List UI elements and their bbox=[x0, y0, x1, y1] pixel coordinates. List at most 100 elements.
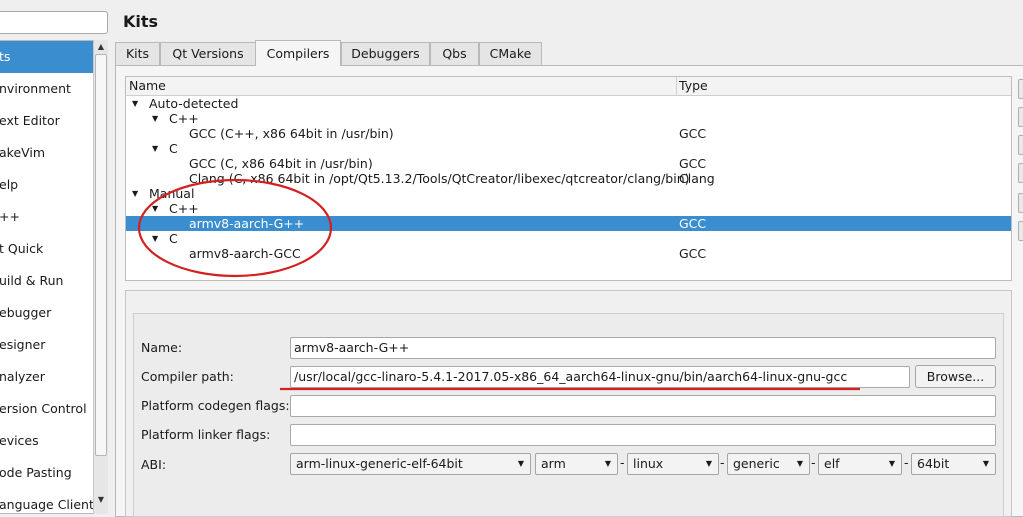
sidebar-item-label: ++ bbox=[0, 209, 20, 224]
chevron-down-icon: ▼ bbox=[982, 459, 989, 468]
expand-arrow-icon[interactable]: ▼ bbox=[132, 96, 138, 111]
sidebar-item-devices[interactable]: evices bbox=[0, 425, 94, 457]
tree-row-name: Clang (C, x86 64bit in /opt/Qt5.13.2/Too… bbox=[189, 171, 690, 186]
sidebar-item-version-control[interactable]: ersion Control bbox=[0, 393, 94, 425]
tree-header: Name Type bbox=[126, 77, 1011, 96]
tree-row-name: C++ bbox=[169, 111, 199, 126]
auto-detection-settings-button[interactable] bbox=[1018, 221, 1023, 241]
codegen-flags-field[interactable] bbox=[290, 395, 996, 417]
chevron-down-icon: ▼ bbox=[796, 459, 803, 468]
sidebar-item-label: ts bbox=[0, 49, 11, 64]
tree-row-name: GCC (C++, x86 64bit in /usr/bin) bbox=[189, 126, 394, 141]
tree-row-type: GCC bbox=[679, 216, 707, 231]
column-header-type[interactable]: Type bbox=[676, 77, 1012, 95]
sidebar-item-text-editor[interactable]: ext Editor bbox=[0, 105, 94, 137]
combo-value: elf bbox=[824, 456, 840, 471]
abi-flavor-combo[interactable]: generic ▼ bbox=[727, 453, 810, 475]
tree-row[interactable]: armv8-aarch-GCC GCC bbox=[126, 246, 1011, 261]
tab-qt-versions[interactable]: Qt Versions bbox=[160, 42, 256, 65]
chevron-down-icon: ▼ bbox=[705, 459, 712, 468]
sidebar-item-cpp[interactable]: ++ bbox=[0, 201, 94, 233]
expand-arrow-icon[interactable]: ▼ bbox=[152, 231, 158, 246]
add-button[interactable] bbox=[1018, 79, 1023, 99]
sidebar-item-label: ode Pasting bbox=[0, 465, 72, 480]
scrollbar-thumb[interactable] bbox=[95, 54, 107, 456]
sidebar-item-language-client[interactable]: anguage Client bbox=[0, 489, 94, 513]
combo-value: generic bbox=[733, 456, 780, 471]
sidebar-item-label: uild & Run bbox=[0, 273, 64, 288]
tree-row-cpp-manual[interactable]: ▼ C++ bbox=[126, 201, 1011, 216]
sidebar-item-designer[interactable]: esigner bbox=[0, 329, 94, 361]
sidebar-item-analyzer[interactable]: nalyzer bbox=[0, 361, 94, 393]
tab-compilers[interactable]: Compilers bbox=[255, 40, 341, 66]
compiler-path-field[interactable]: /usr/local/gcc-linaro-5.4.1-2017.05-x86_… bbox=[290, 366, 910, 388]
expand-arrow-icon[interactable]: ▼ bbox=[152, 141, 158, 156]
settings-category-list: ts nvironment ext Editor akeVim elp ++ t… bbox=[0, 40, 108, 514]
abi-width-combo[interactable]: 64bit ▼ bbox=[911, 453, 996, 475]
redetect-button[interactable] bbox=[1018, 193, 1023, 213]
sidebar-item-label: anguage Client bbox=[0, 497, 94, 512]
tree-row[interactable]: Clang (C, x86 64bit in /opt/Qt5.13.2/Too… bbox=[126, 171, 1011, 186]
abi-format-combo[interactable]: elf ▼ bbox=[818, 453, 902, 475]
sidebar-item-label: evices bbox=[0, 433, 39, 448]
tree-row[interactable]: GCC (C, x86 64bit in /usr/bin) GCC bbox=[126, 156, 1011, 171]
browse-button[interactable]: Browse... bbox=[915, 365, 996, 388]
tree-row-selected[interactable]: armv8-aarch-G++ GCC bbox=[126, 216, 1011, 231]
tab-kits[interactable]: Kits bbox=[115, 42, 160, 65]
tree-row-name: GCC (C, x86 64bit in /usr/bin) bbox=[189, 156, 373, 171]
name-field[interactable]: armv8-aarch-G++ bbox=[290, 337, 996, 359]
tree-row-auto-detected[interactable]: ▼ Auto-detected bbox=[126, 96, 1011, 111]
abi-separator: - bbox=[904, 455, 909, 470]
tab-qbs[interactable]: Qbs bbox=[430, 42, 479, 65]
abi-os-combo[interactable]: linux ▼ bbox=[627, 453, 719, 475]
sidebar-item-label: esigner bbox=[0, 337, 46, 352]
sidebar-item-label: ext Editor bbox=[0, 113, 60, 128]
sidebar-item-environment[interactable]: nvironment bbox=[0, 73, 94, 105]
tree-row-name: C bbox=[169, 141, 178, 156]
clone-button[interactable] bbox=[1018, 107, 1023, 127]
tree-row-cpp-auto[interactable]: ▼ C++ bbox=[126, 111, 1011, 126]
tab-cmake[interactable]: CMake bbox=[479, 42, 542, 65]
tree-row-c-manual[interactable]: ▼ C bbox=[126, 231, 1011, 246]
tree-row-c-auto[interactable]: ▼ C bbox=[126, 141, 1011, 156]
sidebar-item-label: akeVim bbox=[0, 145, 46, 160]
abi-separator: - bbox=[811, 455, 816, 470]
tree-row-name: C++ bbox=[169, 201, 199, 216]
abi-separator: - bbox=[720, 455, 725, 470]
sidebar-item-help[interactable]: elp bbox=[0, 169, 94, 201]
filter-input[interactable] bbox=[0, 11, 108, 34]
combo-value: 64bit bbox=[917, 456, 950, 471]
expand-arrow-icon[interactable]: ▼ bbox=[152, 201, 158, 216]
sidebar-item-label: nvironment bbox=[0, 81, 71, 96]
tab-debuggers[interactable]: Debuggers bbox=[341, 42, 430, 65]
abi-label: ABI: bbox=[141, 457, 167, 472]
sidebar-item-debugger[interactable]: ebugger bbox=[0, 297, 94, 329]
codegen-flags-label: Platform codegen flags: bbox=[141, 398, 290, 413]
sidebar-item-fakevim[interactable]: akeVim bbox=[0, 137, 94, 169]
sidebar-item-label: ersion Control bbox=[0, 401, 87, 416]
chevron-down-icon: ▼ bbox=[517, 459, 524, 468]
abi-separator: - bbox=[620, 455, 625, 470]
page-title: Kits bbox=[123, 12, 159, 31]
abi-combo[interactable]: arm-linux-generic-elf-64bit ▼ bbox=[290, 453, 531, 475]
remove-all-button[interactable] bbox=[1018, 163, 1023, 183]
sidebar-item-code-pasting[interactable]: ode Pasting bbox=[0, 457, 94, 489]
compiler-tree: Name Type ▼ Auto-detected ▼ C++ GCC (C++… bbox=[125, 76, 1012, 281]
linker-flags-field[interactable] bbox=[290, 424, 996, 446]
tree-row[interactable]: GCC (C++, x86 64bit in /usr/bin) GCC bbox=[126, 126, 1011, 141]
abi-architecture-combo[interactable]: arm ▼ bbox=[535, 453, 618, 475]
sidebar-item-kits[interactable]: ts bbox=[0, 41, 94, 73]
sidebar-item-label: elp bbox=[0, 177, 19, 192]
expand-arrow-icon[interactable]: ▼ bbox=[132, 186, 138, 201]
scroll-up-icon[interactable]: ▲ bbox=[94, 42, 108, 51]
scroll-down-icon[interactable]: ▼ bbox=[94, 495, 108, 504]
remove-button[interactable] bbox=[1018, 135, 1023, 155]
sidebar-item-qt-quick[interactable]: t Quick bbox=[0, 233, 94, 265]
sidebar-item-build-run[interactable]: uild & Run bbox=[0, 265, 94, 297]
column-header-name[interactable]: Name bbox=[126, 77, 677, 95]
tree-row-manual[interactable]: ▼ Manual bbox=[126, 186, 1011, 201]
sidebar-scrollbar[interactable]: ▲ ▼ bbox=[93, 40, 108, 514]
tree-row-type: GCC bbox=[679, 156, 707, 171]
expand-arrow-icon[interactable]: ▼ bbox=[152, 111, 158, 126]
tree-row-type: GCC bbox=[679, 126, 707, 141]
